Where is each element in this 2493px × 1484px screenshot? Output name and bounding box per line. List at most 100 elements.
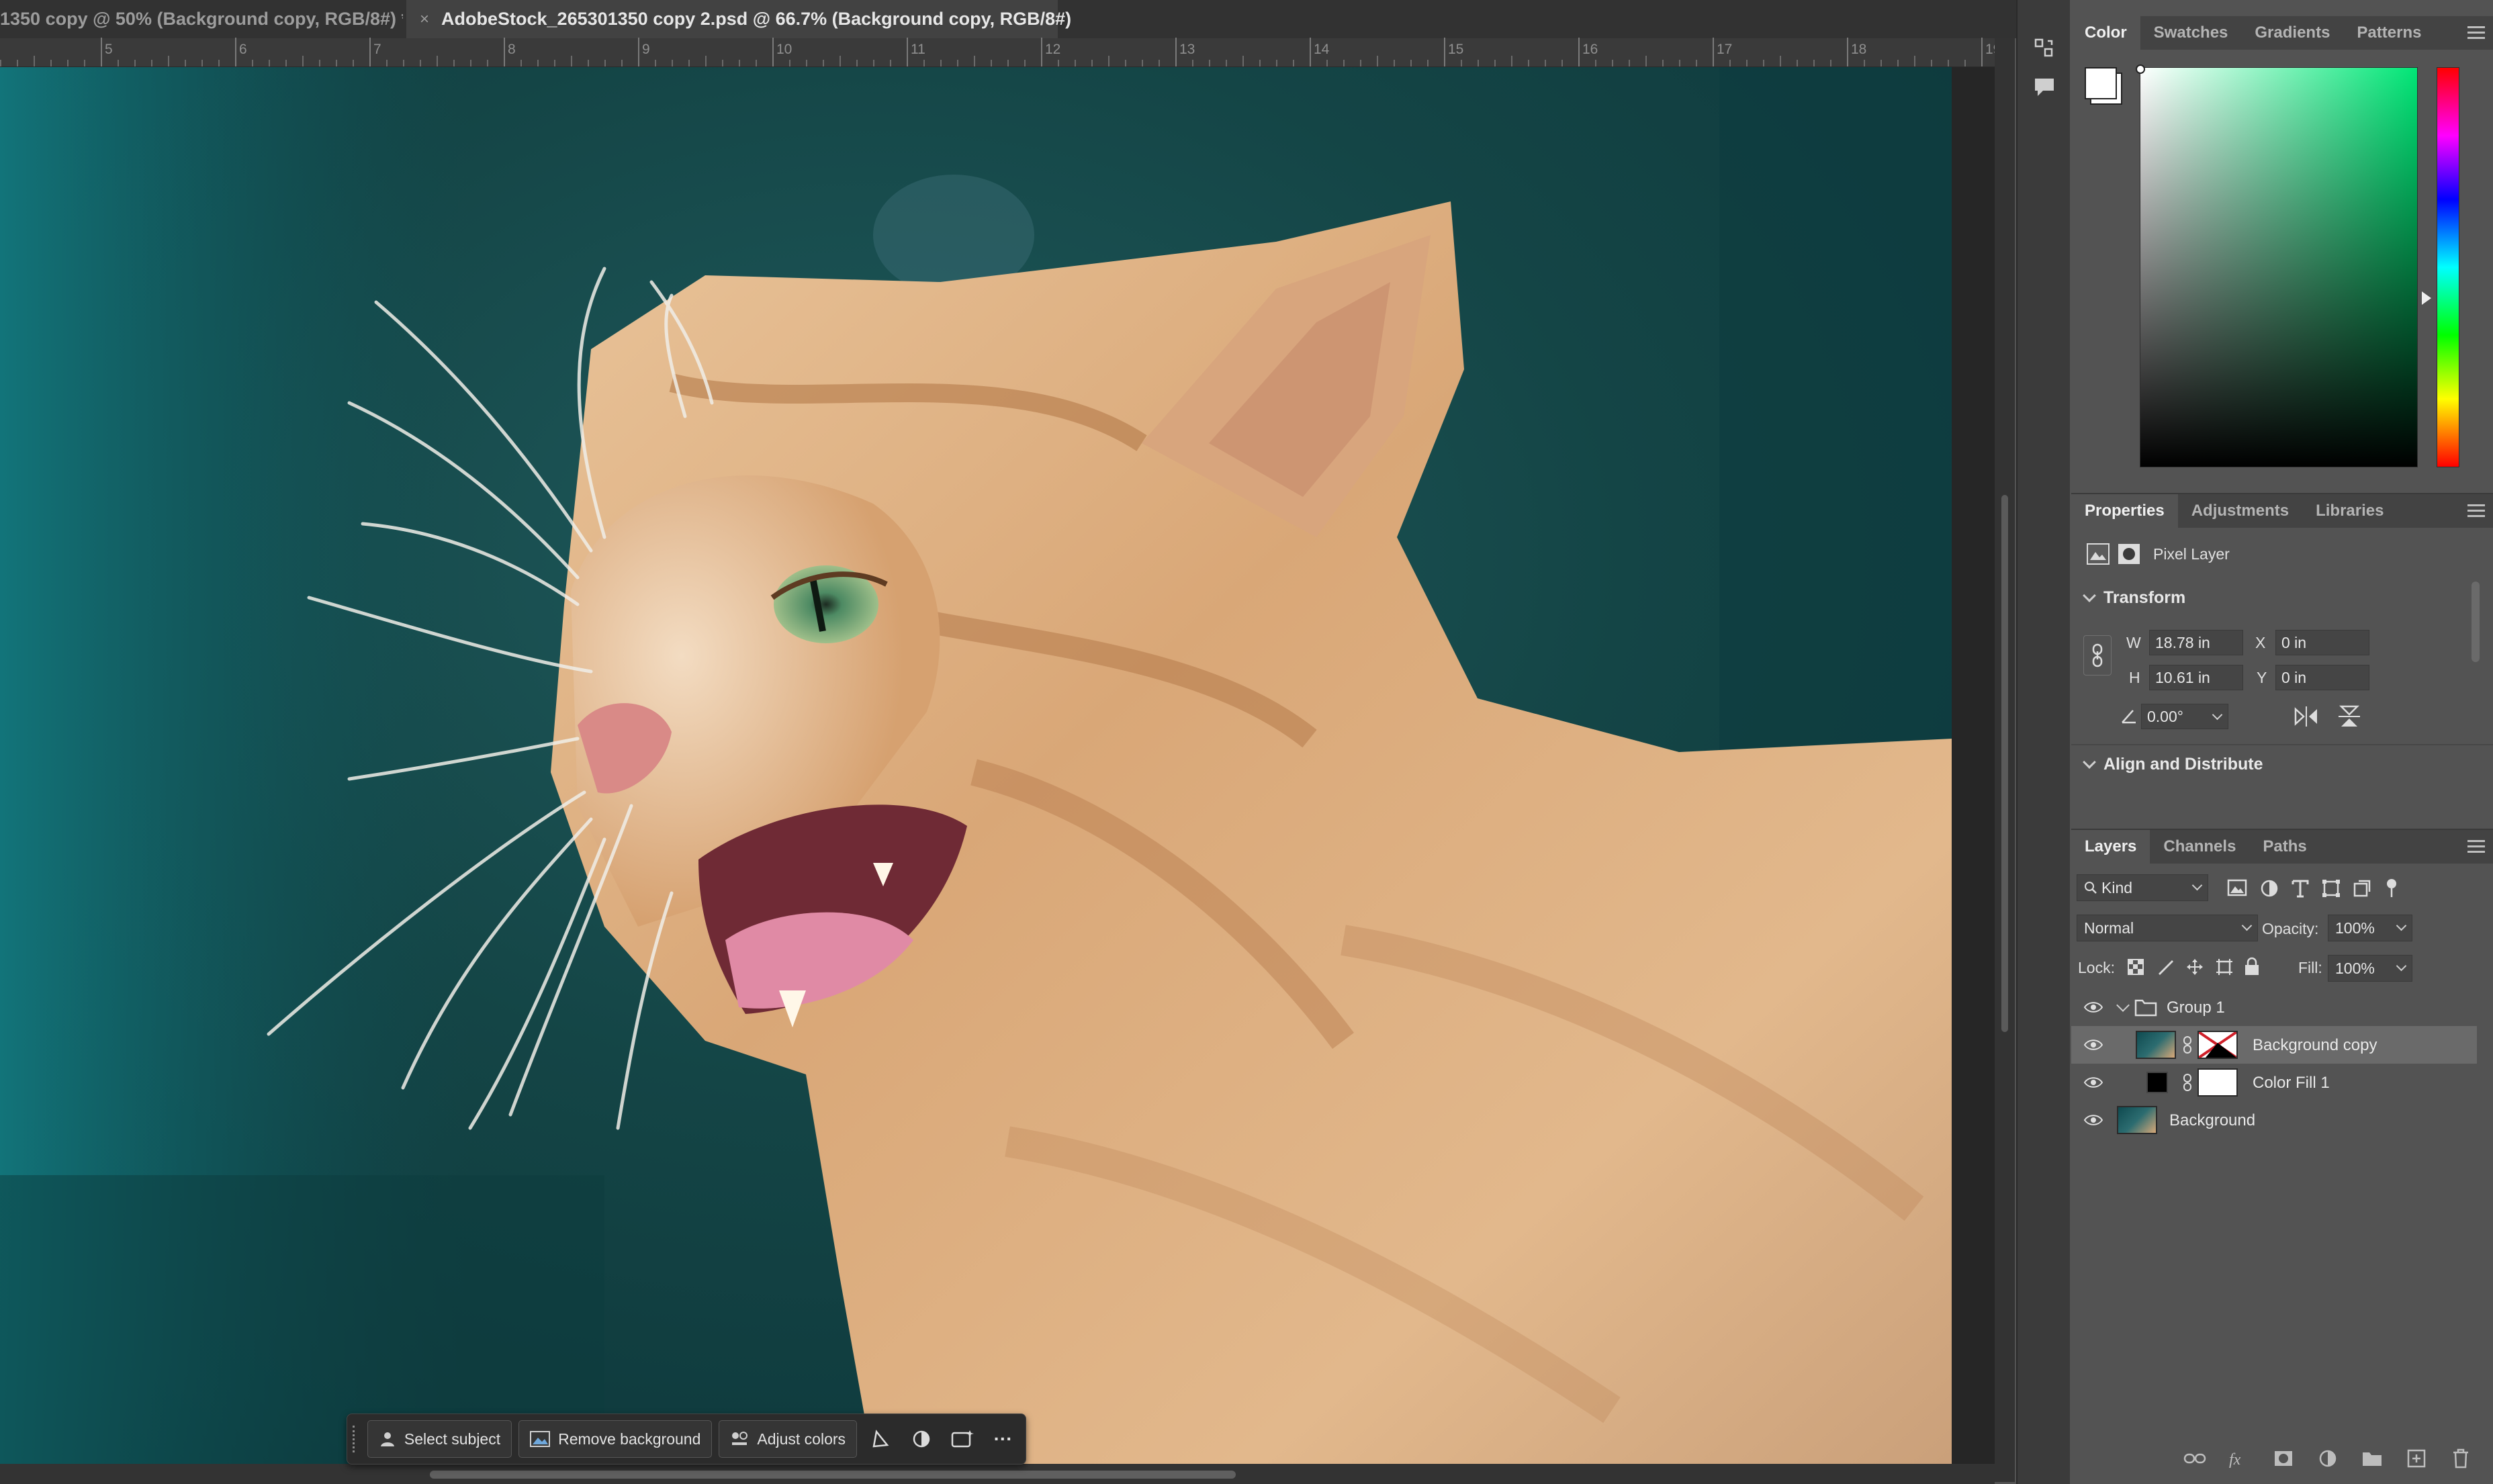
horizontal-ruler[interactable]: 5 6 7 8 9 10 11 12 13 14 15 16 17 18 19 xyxy=(0,38,2001,67)
foreground-color-swatch[interactable] xyxy=(2085,67,2117,99)
opacity-value: 100% xyxy=(2335,919,2375,937)
eye-icon[interactable] xyxy=(2083,1110,2103,1130)
flip-horizontal-icon[interactable] xyxy=(2293,704,2320,729)
ruler-minor-tick xyxy=(1662,60,1664,66)
document-tab-inactive[interactable]: 1350 copy @ 50% (Background copy, RGB/8#… xyxy=(0,0,403,38)
color-picker-field[interactable] xyxy=(2140,67,2418,467)
new-layer-icon[interactable] xyxy=(2404,1446,2429,1471)
layer-row-group-1[interactable]: Group 1 xyxy=(2071,988,2477,1026)
history-icon[interactable] xyxy=(2027,31,2062,66)
tab-paths[interactable]: Paths xyxy=(2249,830,2320,864)
layer-filter-kind-dropdown[interactable]: Kind xyxy=(2077,874,2208,901)
close-tab-icon[interactable]: × xyxy=(420,10,429,29)
new-group-icon[interactable] xyxy=(2360,1446,2384,1471)
x-position-field[interactable]: 0 in xyxy=(2275,630,2369,655)
link-layers-icon[interactable] xyxy=(2183,1446,2207,1471)
tab-swatches[interactable]: Swatches xyxy=(2140,16,2242,50)
panel-menu-icon[interactable] xyxy=(2467,23,2485,43)
remove-background-button[interactable]: Remove background xyxy=(518,1420,713,1458)
filter-adjustment-layers-icon[interactable] xyxy=(2259,878,2279,898)
ruler-minor-tick xyxy=(554,60,555,66)
rotation-angle-field[interactable]: 0.00° xyxy=(2141,704,2228,729)
select-subject-button[interactable]: Select subject xyxy=(367,1420,512,1458)
layer-mask-thumbnail[interactable] xyxy=(2197,1068,2238,1097)
width-field[interactable]: 18.78 in xyxy=(2149,630,2243,655)
layer-row-background[interactable]: Background xyxy=(2071,1101,2477,1139)
scrollbar-thumb[interactable] xyxy=(430,1471,1236,1479)
delete-layer-icon[interactable] xyxy=(2449,1446,2473,1471)
blend-mode-dropdown[interactable]: Normal xyxy=(2077,915,2258,941)
layers-panel-tabs: Layers Channels Paths xyxy=(2071,830,2493,864)
filter-type-layers-icon[interactable] xyxy=(2290,878,2310,898)
ruler-minor-tick xyxy=(151,60,152,66)
tab-adjustments[interactable]: Adjustments xyxy=(2178,494,2302,528)
hue-slider[interactable] xyxy=(2437,67,2459,467)
link-dimensions-icon[interactable] xyxy=(2083,635,2112,676)
transform-section-header[interactable]: Transform xyxy=(2083,588,2185,608)
tab-gradients[interactable]: Gradients xyxy=(2241,16,2343,50)
vertical-scrollbar[interactable] xyxy=(1995,38,2015,1482)
filter-pixel-layers-icon[interactable] xyxy=(2227,878,2247,898)
adjust-colors-label: Adjust colors xyxy=(757,1430,846,1448)
tab-patterns[interactable]: Patterns xyxy=(2343,16,2435,50)
tab-layers[interactable]: Layers xyxy=(2071,830,2150,864)
document-tab-active[interactable]: × AdobeStock_265301350 copy 2.psd @ 66.7… xyxy=(406,0,1071,38)
lock-image-pixels-icon[interactable] xyxy=(2156,958,2175,976)
align-distribute-section-header[interactable]: Align and Distribute xyxy=(2083,755,2263,774)
lock-all-icon[interactable] xyxy=(2243,956,2261,976)
filter-toggle-icon[interactable] xyxy=(2382,877,2402,900)
ruler-label: 9 xyxy=(642,42,650,57)
ruler-minor-tick xyxy=(1528,60,1529,66)
height-field[interactable]: 10.61 in xyxy=(2149,665,2243,690)
panel-menu-icon[interactable] xyxy=(2467,501,2485,521)
more-options-icon[interactable]: ··· xyxy=(986,1420,1020,1458)
lock-position-icon[interactable] xyxy=(2185,958,2204,976)
generative-fill-icon[interactable] xyxy=(946,1420,980,1458)
layer-row-background-copy[interactable]: Background copy xyxy=(2071,1026,2477,1064)
layer-mask-thumbnail[interactable] xyxy=(2197,1031,2238,1059)
adjustment-layer-icon[interactable] xyxy=(905,1420,939,1458)
tab-channels[interactable]: Channels xyxy=(2150,830,2249,864)
ruler-minor-tick xyxy=(50,60,52,66)
lock-artboard-icon[interactable] xyxy=(2215,958,2234,976)
panel-menu-icon[interactable] xyxy=(2467,837,2485,857)
new-adjustment-layer-icon[interactable] xyxy=(2316,1446,2340,1471)
y-position-field[interactable]: 0 in xyxy=(2275,665,2369,690)
tab-libraries[interactable]: Libraries xyxy=(2302,494,2397,528)
blend-mode-value: Normal xyxy=(2084,919,2134,937)
chevron-down-icon[interactable] xyxy=(2116,999,2130,1012)
adjust-colors-button[interactable]: Adjust colors xyxy=(719,1420,858,1458)
color-picker-cursor[interactable] xyxy=(2136,64,2145,74)
add-mask-icon[interactable] xyxy=(2271,1446,2296,1471)
transform-icon[interactable] xyxy=(864,1420,898,1458)
horizontal-scrollbar[interactable] xyxy=(0,1464,1995,1484)
canvas[interactable] xyxy=(0,67,1995,1464)
link-icon[interactable] xyxy=(2183,1073,2192,1092)
eye-icon[interactable] xyxy=(2083,997,2103,1017)
eye-icon[interactable] xyxy=(2083,1035,2103,1055)
flip-vertical-icon[interactable] xyxy=(2336,704,2363,729)
ruler-minor-tick xyxy=(756,60,757,66)
link-icon[interactable] xyxy=(2183,1035,2192,1054)
fill-field[interactable]: 100% xyxy=(2328,955,2412,982)
comments-icon[interactable] xyxy=(2027,70,2062,105)
layer-row-color-fill-1[interactable]: Color Fill 1 xyxy=(2071,1064,2477,1101)
drag-handle-icon[interactable] xyxy=(353,1426,357,1452)
ruler-minor-tick xyxy=(940,60,942,66)
ruler-minor-tick xyxy=(1276,60,1277,66)
tab-color[interactable]: Color xyxy=(2071,16,2140,50)
opacity-field[interactable]: 100% xyxy=(2328,915,2412,941)
hue-slider-handle[interactable] xyxy=(2422,291,2431,305)
scrollbar-thumb[interactable] xyxy=(2001,495,2008,1032)
ruler-minor-tick xyxy=(1864,60,1865,66)
filter-shape-layers-icon[interactable] xyxy=(2321,878,2341,898)
panel-scrollbar-thumb[interactable] xyxy=(2472,582,2480,662)
layer-style-fx-icon[interactable]: fx xyxy=(2227,1446,2251,1471)
fill-color-thumbnail[interactable] xyxy=(2146,1072,2168,1093)
tab-properties[interactable]: Properties xyxy=(2071,494,2178,528)
filter-smart-objects-icon[interactable] xyxy=(2352,878,2372,898)
eye-icon[interactable] xyxy=(2083,1072,2103,1093)
lock-transparent-pixels-icon[interactable] xyxy=(2126,958,2145,976)
ruler-minor-tick xyxy=(789,60,790,66)
ruler-minor-tick xyxy=(840,56,841,66)
